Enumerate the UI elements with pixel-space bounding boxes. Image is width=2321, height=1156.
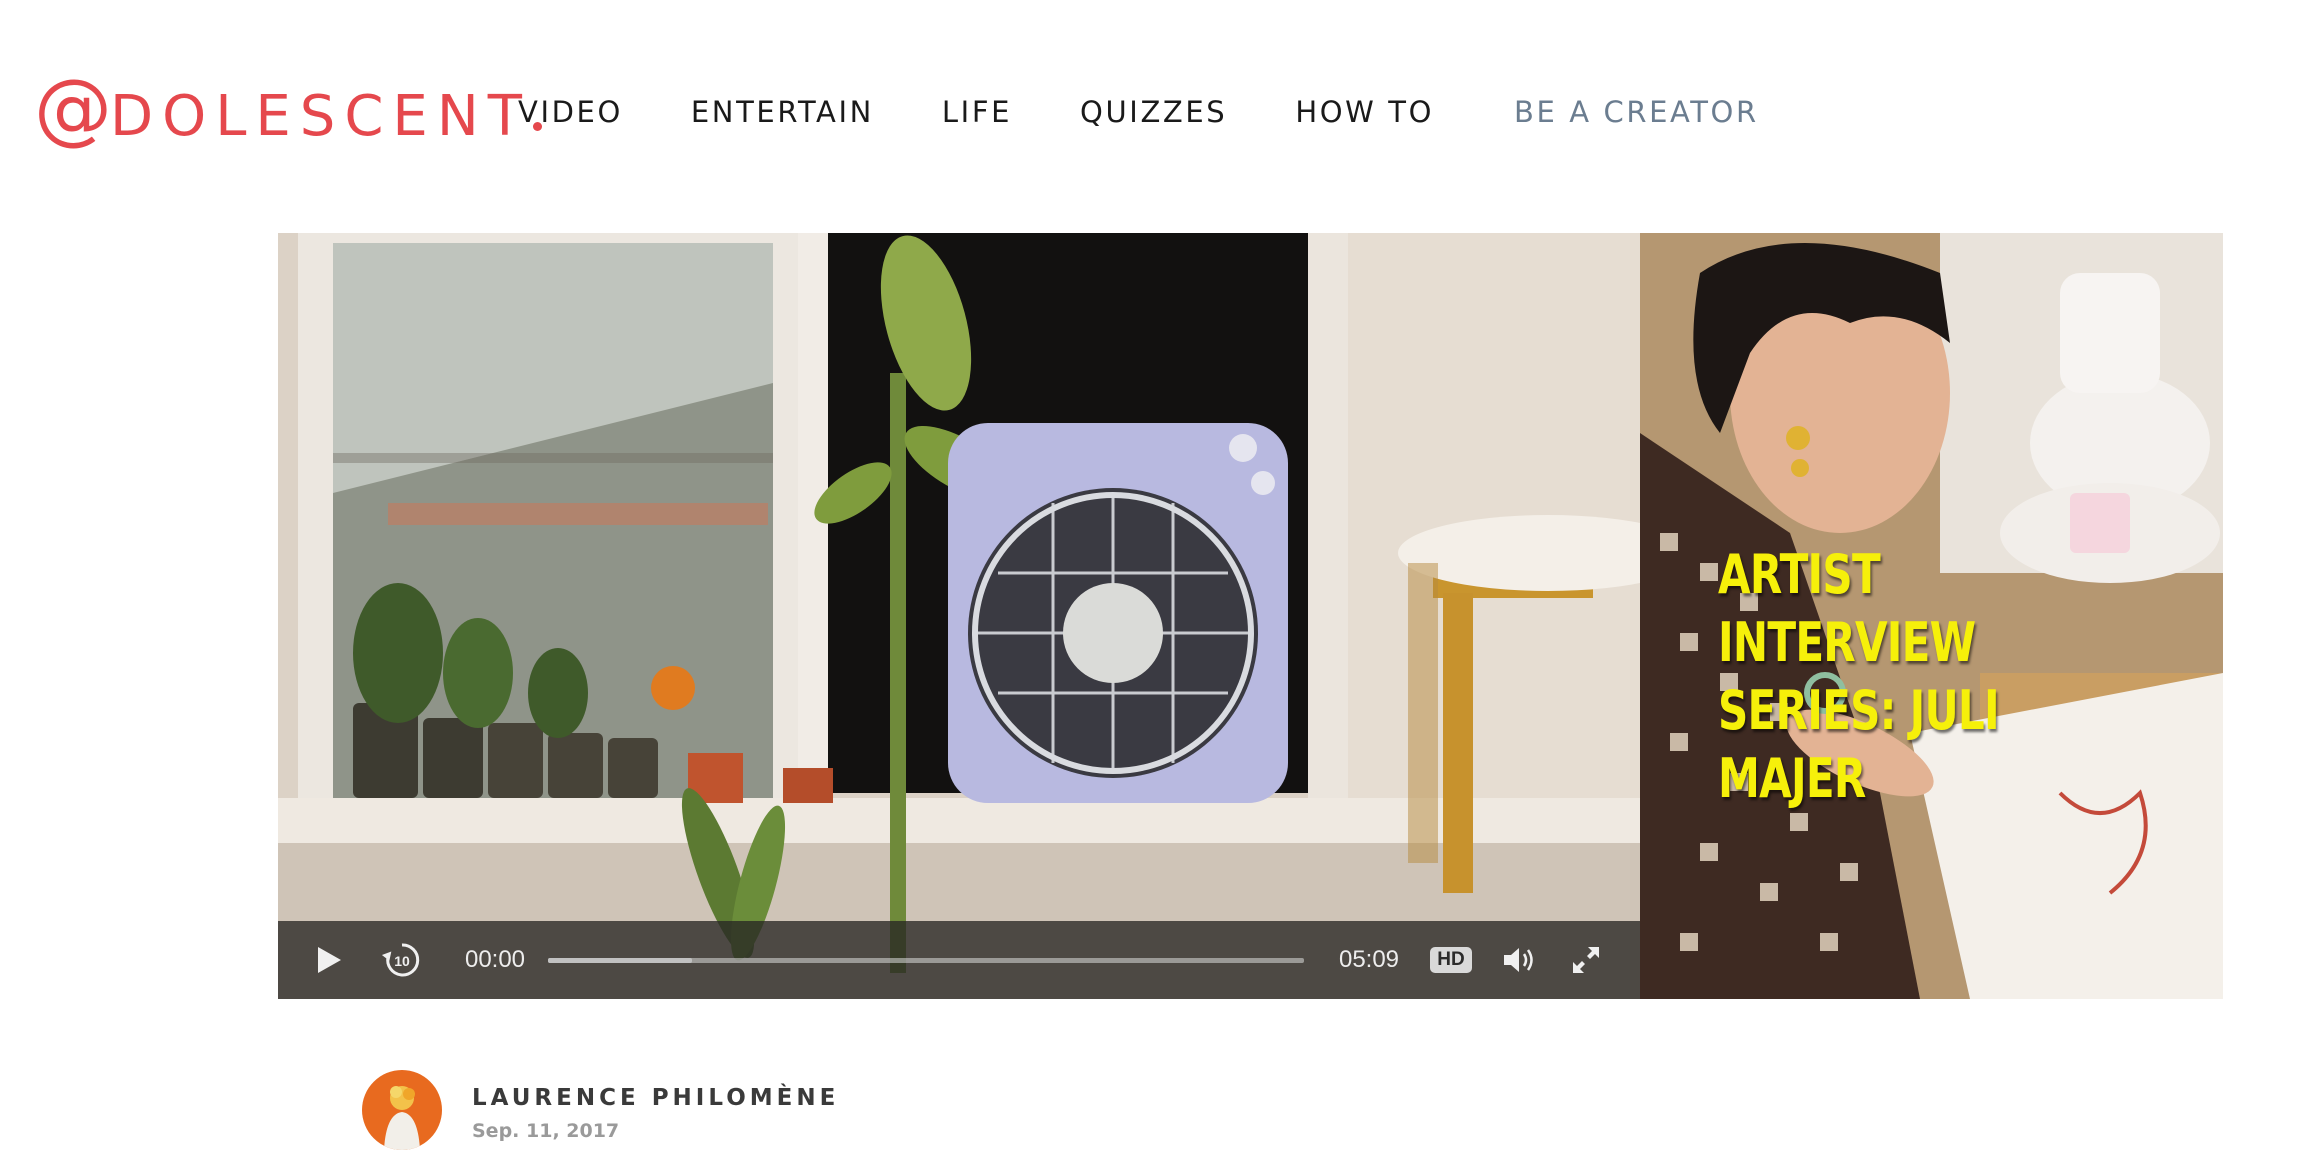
- volume-icon: [1504, 948, 1533, 972]
- video-controls: 10 00:00 05:09 HD: [278, 921, 1640, 999]
- nav-item-entertain[interactable]: ENTERTAIN: [691, 92, 874, 132]
- nav-item-video[interactable]: VIDEO: [518, 92, 623, 132]
- main-nav: VIDEO ENTERTAIN LIFE QUIZZES HOW TO BE A…: [518, 92, 1759, 132]
- hd-badge: HD: [1430, 947, 1472, 973]
- play-button[interactable]: [300, 921, 356, 999]
- duration: 05:09: [1338, 946, 1400, 973]
- nav-item-be-a-creator[interactable]: BE A CREATOR: [1514, 92, 1759, 132]
- site-header: @ DOLESCENT VIDEO ENTERTAIN LIFE QUIZZES …: [0, 0, 2321, 220]
- current-time: 00:00: [464, 946, 526, 973]
- overlay-title: ARTIST INTERVIEW SERIES: JULI MAJER: [1718, 543, 2000, 810]
- post-date: Sep. 11, 2017: [472, 1120, 620, 1142]
- logo-wordmark: DOLESCENT: [110, 84, 531, 149]
- author-name[interactable]: LAURENCE PHILOMÈNE: [472, 1083, 839, 1113]
- rewind-10-button[interactable]: 10: [374, 921, 430, 999]
- play-icon: [318, 947, 341, 973]
- quality-button[interactable]: HD: [1418, 921, 1484, 999]
- site-logo[interactable]: @ DOLESCENT: [34, 70, 542, 150]
- author-avatar[interactable]: [362, 1070, 442, 1150]
- rewind-seconds-label: 10: [394, 953, 410, 969]
- featured-article-thumbnail[interactable]: ARTIST INTERVIEW SERIES: JULI MAJER: [1640, 233, 2223, 999]
- rewind-10-icon: 10: [381, 943, 420, 977]
- nav-item-quizzes[interactable]: QUIZZES: [1080, 92, 1227, 132]
- article-byline: LAURENCE PHILOMÈNE Sep. 11, 2017: [362, 1070, 839, 1156]
- fullscreen-icon: [1573, 947, 1599, 973]
- author-avatar-image: [362, 1070, 442, 1150]
- video-frame-image: [278, 233, 1640, 999]
- progress-buffered: [548, 958, 692, 963]
- nav-item-how-to[interactable]: HOW TO: [1295, 92, 1434, 132]
- video-player[interactable]: 10 00:00 05:09 HD: [278, 233, 1640, 999]
- fullscreen-button[interactable]: [1558, 921, 1614, 999]
- progress-bar[interactable]: [548, 958, 1304, 963]
- nav-item-life[interactable]: LIFE: [942, 92, 1012, 132]
- logo-at-symbol: @: [34, 64, 112, 154]
- volume-button[interactable]: [1492, 921, 1548, 999]
- hero-media: 10 00:00 05:09 HD ARTIST INTERVIEW SERIE…: [278, 233, 2223, 999]
